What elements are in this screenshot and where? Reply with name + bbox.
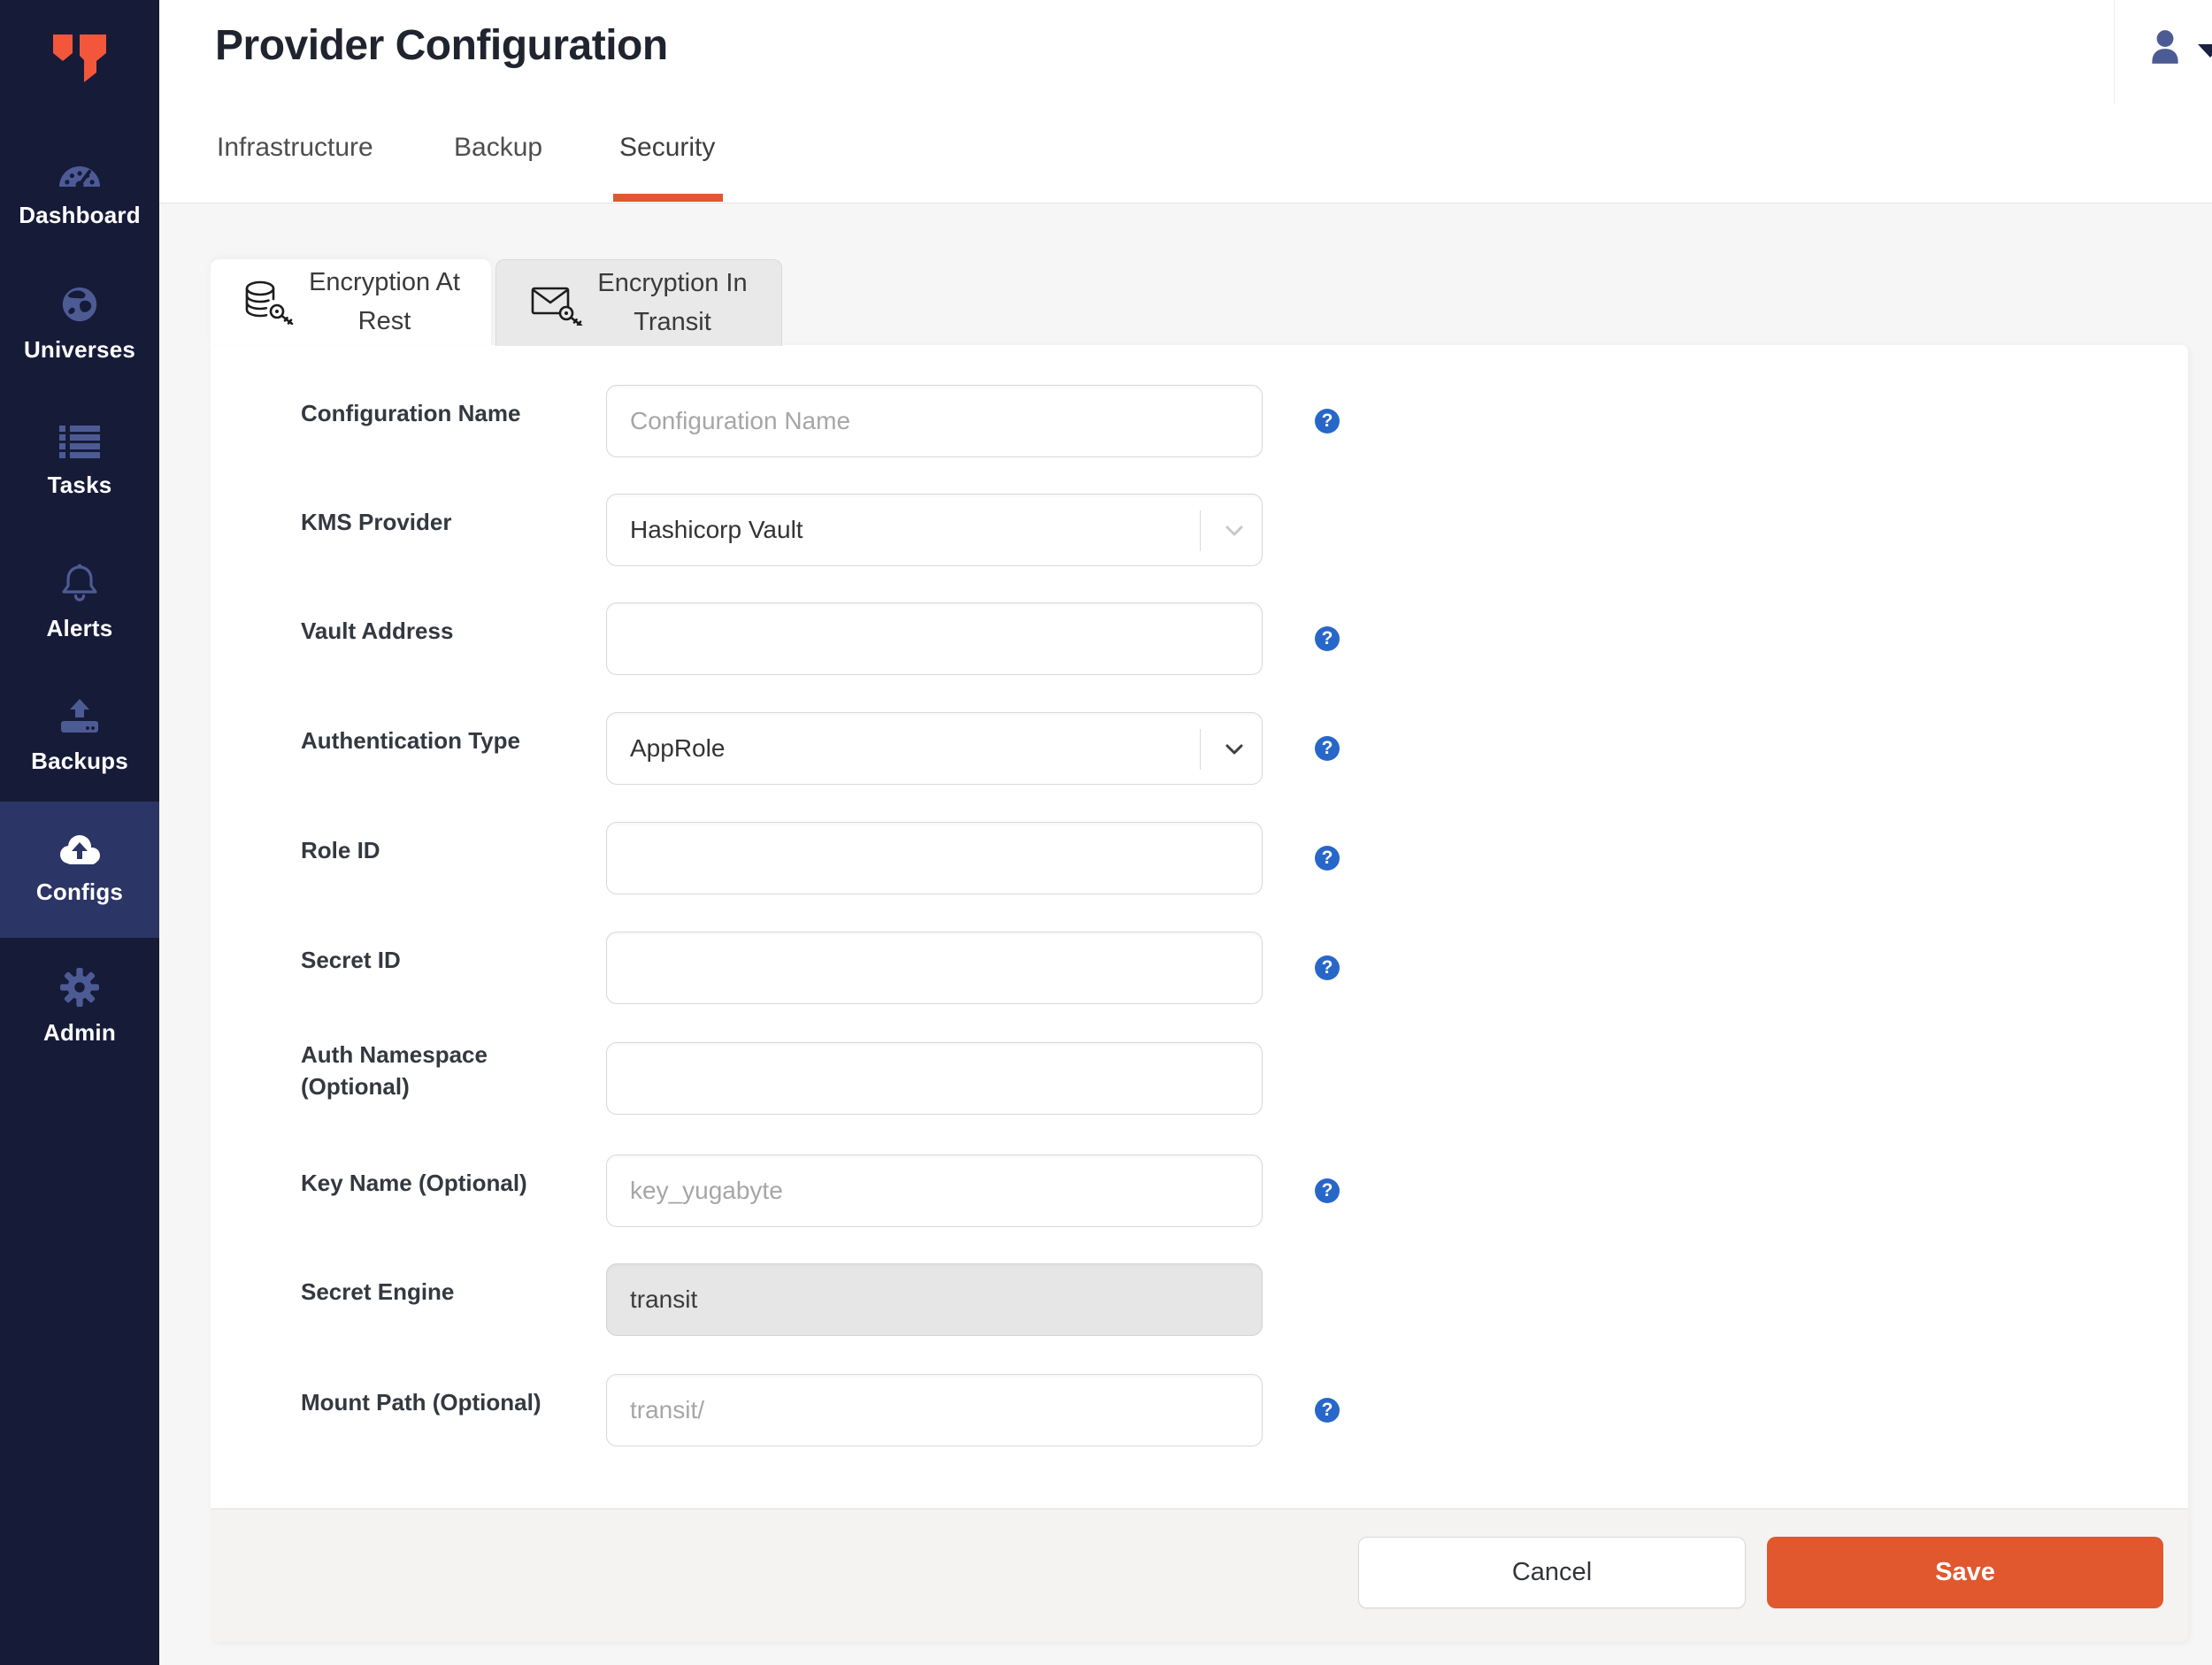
field-label: Authentication Type bbox=[301, 727, 520, 754]
sidebar-item-universes[interactable]: Universes bbox=[0, 284, 159, 364]
key-name-input[interactable] bbox=[606, 1155, 1263, 1227]
user-menu-button[interactable] bbox=[2141, 25, 2212, 78]
chevron-down-icon bbox=[1225, 744, 1243, 755]
backups-upload-icon bbox=[61, 699, 98, 733]
field-label: Configuration Name bbox=[301, 400, 521, 426]
sidebar-item-backups[interactable]: Backups bbox=[0, 697, 159, 775]
subtab-label: Encryption At Rest bbox=[309, 268, 460, 335]
tasks-list-icon bbox=[59, 426, 100, 458]
sidebar-item-label: Configs bbox=[35, 879, 124, 905]
kms-provider-select[interactable]: Hashicorp Vault bbox=[606, 494, 1263, 566]
sidebar: Dashboard Universes Tasks Alerts Backups… bbox=[0, 0, 159, 1665]
sidebar-item-label: Universes bbox=[23, 336, 136, 363]
field-label: KMS Provider bbox=[301, 509, 452, 535]
chevron-down-icon bbox=[1225, 526, 1243, 536]
active-tab-indicator bbox=[613, 194, 723, 202]
form-row-secret-id: Secret ID ? bbox=[0, 932, 2212, 1011]
cancel-button[interactable]: Cancel bbox=[1358, 1537, 1746, 1608]
sidebar-item-alerts[interactable]: Alerts bbox=[0, 563, 159, 642]
form-row-authentication-type: Authentication Type AppRole ? bbox=[0, 712, 2212, 792]
database-key-icon bbox=[245, 280, 294, 325]
envelope-key-icon bbox=[532, 287, 583, 326]
page-title: Provider Configuration bbox=[215, 22, 668, 69]
subtab-label: Encryption In Transit bbox=[597, 269, 748, 336]
auth-namespace-input[interactable] bbox=[606, 1042, 1263, 1115]
field-label: Key Name (Optional) bbox=[301, 1170, 527, 1196]
tab-backup[interactable]: Backup bbox=[454, 133, 542, 163]
form-row-mount-path: Mount Path (Optional) ? bbox=[0, 1374, 2212, 1454]
field-label: Secret Engine bbox=[301, 1278, 455, 1305]
select-value: Hashicorp Vault bbox=[630, 516, 803, 543]
sidebar-item-configs[interactable]: Configs bbox=[0, 830, 159, 906]
help-icon[interactable]: ? bbox=[1315, 1398, 1340, 1423]
sidebar-item-admin[interactable]: Admin bbox=[0, 967, 159, 1047]
field-label: Mount Path (Optional) bbox=[301, 1389, 541, 1416]
sidebar-item-label: Admin bbox=[43, 1019, 116, 1046]
help-icon[interactable]: ? bbox=[1315, 846, 1340, 871]
secret-id-input[interactable] bbox=[606, 932, 1263, 1004]
header-divider bbox=[2114, 0, 2115, 104]
tab-security[interactable]: Security bbox=[619, 133, 715, 163]
sidebar-item-dashboard[interactable]: Dashboard bbox=[0, 151, 159, 229]
yugabyte-logo[interactable] bbox=[51, 34, 108, 87]
field-label: Role ID bbox=[301, 837, 380, 863]
help-icon[interactable]: ? bbox=[1315, 955, 1340, 980]
help-icon[interactable]: ? bbox=[1315, 626, 1340, 651]
help-icon[interactable]: ? bbox=[1315, 409, 1340, 434]
tab-infrastructure[interactable]: Infrastructure bbox=[217, 133, 373, 163]
save-button[interactable]: Save bbox=[1767, 1537, 2163, 1608]
form-row-configuration-name: Configuration Name ? bbox=[0, 385, 2212, 464]
role-id-input[interactable] bbox=[606, 822, 1263, 894]
subtab-encryption-at-rest[interactable]: Encryption At Rest bbox=[211, 259, 491, 345]
form-row-secret-engine: Secret Engine bbox=[0, 1263, 2212, 1343]
authentication-type-select[interactable]: AppRole bbox=[606, 712, 1263, 785]
yugabyte-logo-icon bbox=[53, 35, 106, 82]
help-icon[interactable]: ? bbox=[1315, 1178, 1340, 1203]
field-label: Auth Namespace (Optional) bbox=[301, 1041, 488, 1100]
select-divider bbox=[1200, 510, 1201, 551]
configs-cloud-upload-icon bbox=[60, 835, 100, 864]
user-icon bbox=[2152, 30, 2178, 64]
mount-path-input[interactable] bbox=[606, 1374, 1263, 1446]
field-label: Vault Address bbox=[301, 618, 454, 644]
universes-globe-icon bbox=[62, 287, 97, 322]
field-label: Secret ID bbox=[301, 947, 401, 973]
help-icon[interactable]: ? bbox=[1315, 736, 1340, 761]
alerts-bell-icon bbox=[62, 564, 97, 602]
form-row-key-name: Key Name (Optional) ? bbox=[0, 1155, 2212, 1234]
select-divider bbox=[1200, 729, 1201, 770]
caret-down-icon bbox=[2198, 44, 2212, 58]
sidebar-item-label: Dashboard bbox=[19, 202, 141, 228]
form-row-role-id: Role ID ? bbox=[0, 822, 2212, 902]
select-value: AppRole bbox=[630, 734, 726, 762]
admin-gear-icon bbox=[60, 968, 99, 1007]
dashboard-gauge-icon bbox=[59, 166, 100, 189]
form-row-kms-provider: KMS Provider Hashicorp Vault bbox=[0, 494, 2212, 573]
sidebar-item-tasks[interactable]: Tasks bbox=[0, 425, 159, 499]
sidebar-item-label: Alerts bbox=[46, 615, 113, 641]
vault-address-input[interactable] bbox=[606, 602, 1263, 675]
form-row-auth-namespace: Auth Namespace (Optional) bbox=[0, 1041, 2212, 1122]
sidebar-item-label: Tasks bbox=[47, 472, 112, 498]
form-row-vault-address: Vault Address ? bbox=[0, 602, 2212, 682]
subtab-encryption-in-transit[interactable]: Encryption In Transit bbox=[495, 259, 782, 346]
secret-engine-input bbox=[606, 1263, 1263, 1336]
header: Provider Configuration Infrastructure Ba… bbox=[159, 0, 2212, 203]
sidebar-item-label: Backups bbox=[31, 748, 128, 774]
configuration-name-input[interactable] bbox=[606, 385, 1263, 457]
